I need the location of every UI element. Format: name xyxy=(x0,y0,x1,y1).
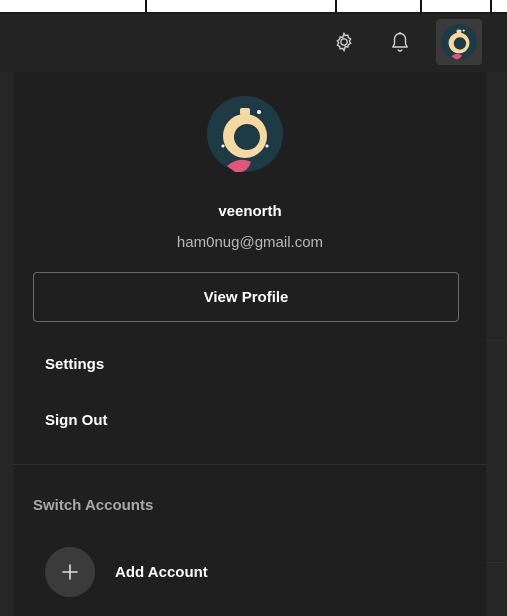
add-account-label: Add Account xyxy=(115,563,208,581)
section-divider xyxy=(13,464,487,465)
settings-button[interactable] xyxy=(326,24,362,60)
add-account-button[interactable]: Add Account xyxy=(45,547,345,597)
menu-item-settings[interactable]: Settings xyxy=(45,356,104,373)
tab-divider xyxy=(490,0,492,12)
menu-item-sign-out[interactable]: Sign Out xyxy=(45,412,108,429)
gear-icon xyxy=(336,31,352,53)
plus-icon xyxy=(62,564,78,580)
account-dropdown: veenorth ham0nug@gmail.com View Profile … xyxy=(12,72,487,616)
background-gutter xyxy=(486,72,507,616)
profile-email: ham0nug@gmail.com xyxy=(176,234,324,251)
tab-divider xyxy=(145,0,147,12)
user-avatar-button[interactable] xyxy=(436,19,482,65)
view-profile-button[interactable]: View Profile xyxy=(33,272,459,322)
notifications-button[interactable] xyxy=(382,24,418,60)
divider xyxy=(486,340,507,341)
add-account-icon-wrapper xyxy=(45,547,95,597)
profile-username: veenorth xyxy=(218,203,282,220)
tab-divider xyxy=(335,0,337,12)
top-bar xyxy=(0,12,507,72)
divider xyxy=(486,562,507,563)
app-window: veenorth ham0nug@gmail.com View Profile … xyxy=(0,0,507,616)
tab-divider xyxy=(420,0,422,12)
bell-icon xyxy=(392,32,408,52)
profile-avatar xyxy=(207,96,283,173)
avatar-icon xyxy=(441,24,477,60)
astronaut-avatar-icon xyxy=(207,96,283,173)
background-strip xyxy=(0,72,12,616)
switch-accounts-heading: Switch Accounts xyxy=(33,497,154,514)
